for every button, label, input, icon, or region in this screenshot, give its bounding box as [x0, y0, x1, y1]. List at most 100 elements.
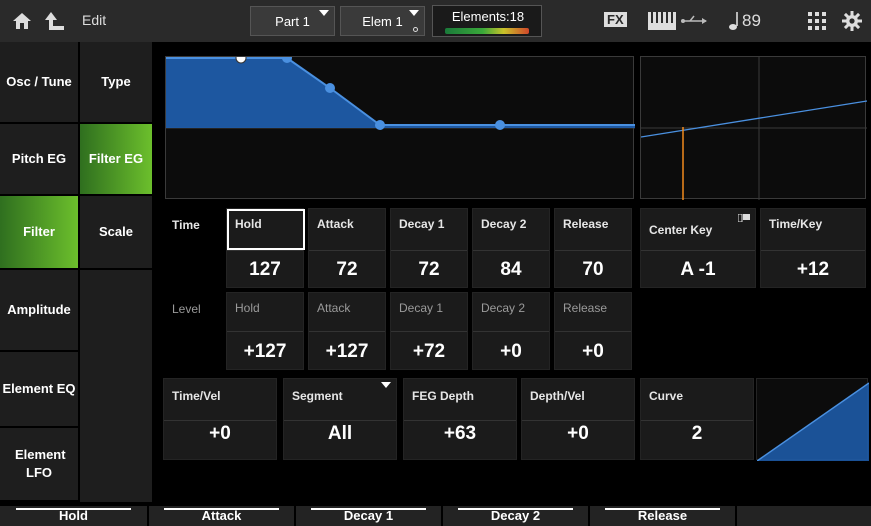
tab-decay1[interactable]: Decay 1 — [296, 504, 441, 526]
element-selector-button[interactable]: Elem 1 — [340, 6, 425, 36]
fx-badge[interactable]: FX — [604, 12, 627, 27]
level-row-label: Level — [172, 302, 201, 316]
level-attack-cell[interactable]: Attack +127 — [308, 292, 386, 370]
dropdown-arrow-icon — [409, 10, 419, 16]
elements-count: Elements:18 — [451, 9, 525, 24]
tab-amplitude[interactable]: Amplitude — [0, 270, 78, 352]
param-value: 72 — [418, 259, 440, 280]
element-label: Elem 1 — [362, 13, 403, 29]
time-release-cell[interactable]: Release 70 — [554, 208, 632, 288]
subtab-scale[interactable]: Scale — [80, 196, 152, 270]
param-label: FEG Depth — [412, 389, 474, 403]
param-value: 2 — [691, 423, 703, 444]
tab-element-lfo[interactable]: Element LFO — [0, 428, 78, 502]
sidebar-empty-area — [80, 270, 152, 502]
param-label: Depth/Vel — [530, 389, 585, 403]
home-icon[interactable] — [12, 12, 32, 30]
gear-icon[interactable] — [842, 11, 862, 31]
param-label: Time/Vel — [172, 389, 221, 403]
tab-filter[interactable]: Filter — [0, 196, 78, 270]
param-value: +127 — [243, 341, 287, 362]
tab-hold[interactable]: Hold — [0, 504, 147, 526]
eg-point-release[interactable] — [495, 120, 505, 130]
time-decay1-cell[interactable]: Decay 1 72 — [390, 208, 468, 288]
tab-label: Osc / Tune — [6, 73, 72, 89]
elements-meter: Elements:18 — [432, 5, 542, 37]
key-scaling-line — [641, 100, 867, 138]
param-value: +0 — [582, 341, 604, 362]
level-hold-cell[interactable]: Hold +127 — [226, 292, 304, 370]
param-label: Release — [563, 217, 609, 231]
dropdown-arrow-icon — [381, 382, 391, 388]
time-decay2-cell[interactable]: Decay 2 84 — [472, 208, 550, 288]
param-label: Segment — [292, 389, 343, 403]
time-row-header: Time — [165, 208, 224, 288]
param-label: Release — [563, 301, 608, 315]
feg-depth-cell[interactable]: FEG Depth +63 — [403, 378, 517, 460]
tab-pitch-eg[interactable]: Pitch EG — [0, 124, 78, 196]
param-value: +127 — [325, 341, 369, 362]
level-release-cell[interactable]: Release +0 — [554, 292, 632, 370]
status-dot-icon — [413, 27, 418, 32]
param-label: Decay 1 — [399, 301, 444, 315]
eg-point-decay1[interactable] — [325, 83, 335, 93]
param-label: Decay 2 — [481, 301, 526, 315]
keyboard-mini-icon — [738, 214, 750, 222]
tab-element-eq[interactable]: Element EQ — [0, 352, 78, 428]
tab-release[interactable]: Release — [590, 504, 735, 526]
param-value: +0 — [567, 423, 589, 444]
param-label: Time/Key — [769, 217, 823, 231]
grid-icon[interactable] — [808, 12, 826, 30]
curve-preview — [756, 378, 869, 461]
curve-cell[interactable]: Curve 2 — [640, 378, 754, 460]
page-title: Edit — [82, 12, 107, 28]
tab-label: Pitch EG — [11, 150, 67, 166]
level-meter-bar — [445, 28, 529, 34]
top-bar: Edit Part 1 Elem 1 Elements:18 FX 89 — [0, 0, 871, 42]
tab-empty — [737, 504, 871, 526]
param-label: Attack — [317, 217, 354, 231]
tab-label: Amplitude — [7, 301, 71, 317]
param-value: 84 — [500, 259, 522, 280]
keyboard-icon[interactable] — [648, 12, 676, 30]
center-key-cell[interactable]: Center Key A -1 — [640, 208, 756, 288]
param-value: +0 — [500, 341, 522, 362]
segment-cell[interactable]: Segment All — [283, 378, 397, 460]
level-row-header: Level — [165, 292, 224, 370]
level-decay2-cell[interactable]: Decay 2 +0 — [472, 292, 550, 370]
tab-label: Filter EG — [88, 150, 144, 166]
param-value: All — [327, 423, 353, 444]
time-attack-cell[interactable]: Attack 72 — [308, 208, 386, 288]
key-scaling-graph — [640, 56, 867, 200]
tab-osc-tune[interactable]: Osc / Tune — [0, 42, 78, 124]
param-value: +63 — [443, 423, 477, 444]
tab-decay2[interactable]: Decay 2 — [443, 504, 588, 526]
level-decay1-cell[interactable]: Decay 1 +72 — [390, 292, 468, 370]
subtab-type[interactable]: Type — [80, 42, 152, 124]
note-icon — [729, 12, 738, 30]
time-vel-cell[interactable]: Time/Vel +0 — [163, 378, 277, 460]
param-value: 72 — [336, 259, 358, 280]
part-selector-button[interactable]: Part 1 — [250, 6, 335, 36]
param-label: Decay 2 — [481, 217, 527, 231]
subtab-filter-eg[interactable]: Filter EG — [80, 124, 152, 196]
part-label: Part 1 — [275, 13, 310, 29]
up-arrow-icon[interactable] — [44, 10, 66, 32]
eg-point-hold[interactable] — [235, 57, 247, 64]
curve-preview-svg — [757, 382, 869, 461]
tempo-value[interactable]: 89 — [742, 11, 761, 31]
filter-eg-graph[interactable] — [165, 56, 635, 200]
tab-label: Release — [637, 508, 688, 523]
dropdown-arrow-icon — [319, 10, 329, 16]
tab-label: Element EQ — [2, 380, 76, 396]
tab-attack[interactable]: Attack — [149, 504, 294, 526]
tab-label: Type — [101, 73, 131, 89]
tab-label: Attack — [201, 508, 242, 523]
param-value: 127 — [249, 259, 281, 280]
eg-point-decay2[interactable] — [375, 120, 385, 130]
param-label: Decay 1 — [399, 217, 445, 231]
param-label: Center Key — [649, 223, 713, 237]
time-key-cell[interactable]: Time/Key +12 — [760, 208, 866, 288]
time-hold-cell[interactable]: Hold 127 — [226, 208, 305, 288]
depth-vel-cell[interactable]: Depth/Vel +0 — [521, 378, 635, 460]
